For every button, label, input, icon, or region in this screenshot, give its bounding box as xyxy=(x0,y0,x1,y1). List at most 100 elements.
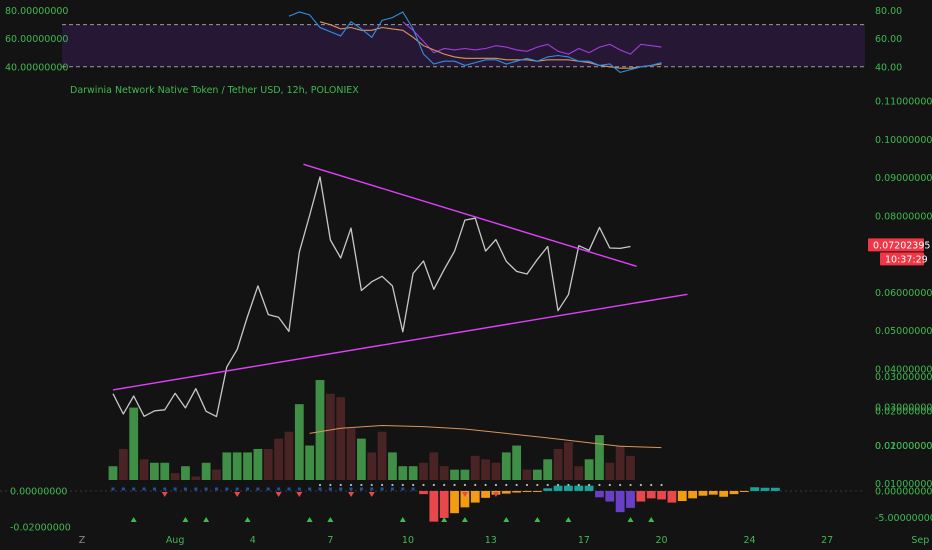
oscillator-bar xyxy=(470,490,480,503)
volume-bar xyxy=(160,462,170,480)
oscillator-cross-dot xyxy=(432,483,435,487)
oscillator-dot xyxy=(349,487,353,491)
oscillator-dot xyxy=(204,487,208,491)
volume-bar xyxy=(346,428,356,480)
oscillator-dot xyxy=(173,487,177,491)
oscillator-dot xyxy=(380,487,384,491)
oscillator-dot xyxy=(246,487,250,491)
volume-bar xyxy=(532,469,542,480)
oscillator-dot xyxy=(401,487,405,491)
oscillator-bar xyxy=(729,490,739,495)
volume-bar xyxy=(305,445,315,480)
oscillator-cross-dot xyxy=(422,483,425,487)
oscillator-bar xyxy=(450,490,459,514)
oscillator-bar xyxy=(677,490,687,501)
oscillator-cross-dot xyxy=(391,483,394,487)
volume-bar xyxy=(212,469,221,480)
chart-title: Darwinia Network Native Token / Tether U… xyxy=(70,85,359,96)
volume-bar xyxy=(357,438,366,480)
oscillator-bar xyxy=(626,490,635,508)
rsi-left-tick-label: 60.00000000 xyxy=(5,34,68,45)
volume-bar xyxy=(512,445,522,480)
oscillator-bar xyxy=(636,490,646,502)
volume-bar xyxy=(253,448,263,480)
volume-bar xyxy=(181,466,190,480)
oscillator-bar xyxy=(501,490,511,494)
volume-bar xyxy=(388,452,397,480)
oscillator-cross-dot xyxy=(639,483,642,487)
oscillator-left-tick-label: -0.02000000 xyxy=(10,523,71,534)
oscillator-cross-dot xyxy=(650,483,653,487)
oscillator-dot xyxy=(287,487,291,491)
oscillator-bar xyxy=(739,490,749,492)
oscillator-cross-dot xyxy=(401,483,404,487)
time-axis-label: 24 xyxy=(743,535,755,546)
oscillator-cross-dot xyxy=(412,483,415,487)
oscillator-cross-dot xyxy=(318,483,322,487)
oscillator-bar xyxy=(532,490,542,492)
oscillator-dot xyxy=(121,487,125,491)
oscillator-bar xyxy=(584,485,594,491)
oscillator-bar xyxy=(522,490,532,492)
oscillator-dot xyxy=(390,487,394,491)
oscillator-dot xyxy=(183,487,187,491)
rsi-left-tick-label: 80.00000000 xyxy=(5,6,68,17)
oscillator-dot xyxy=(411,487,415,491)
volume-bar xyxy=(139,459,149,480)
oscillator-bar xyxy=(574,485,584,491)
volume-bar xyxy=(118,448,128,480)
volume-bar xyxy=(626,455,635,480)
volume-bar xyxy=(232,452,242,480)
oscillator-cross-dot xyxy=(577,483,580,487)
oscillator-cross-dot xyxy=(370,483,373,487)
rsi-band xyxy=(62,24,865,67)
price-tick-label: 0.08000000 xyxy=(875,211,932,222)
oscillator-dot xyxy=(163,487,167,491)
oscillator-cross-dot xyxy=(474,483,477,487)
price-tick-label: 0.06000000 xyxy=(875,288,932,299)
volume-bar xyxy=(574,466,584,480)
rsi-tick-label: 80.00 xyxy=(875,6,902,17)
oscillator-cross-dot xyxy=(525,483,529,487)
time-axis-label: 4 xyxy=(250,535,256,546)
oscillator-bar xyxy=(688,490,697,499)
oscillator-dot xyxy=(215,487,218,491)
time-axis-label: 27 xyxy=(821,535,833,546)
oscillator-cross-dot xyxy=(349,483,353,487)
oscillator-bar xyxy=(771,487,780,491)
oscillator-bar xyxy=(564,485,573,491)
oscillator-bar xyxy=(543,488,553,491)
oscillator-dot xyxy=(308,487,312,491)
time-axis-label: Sep xyxy=(911,535,929,546)
oscillator-cross-dot xyxy=(339,483,342,487)
volume-bar xyxy=(470,455,480,480)
volume-bar xyxy=(367,452,377,480)
oscillator-left-tick-label: 0.00000000 xyxy=(10,486,67,497)
chart-canvas: 80.0000000060.0000000040.00000000 0.0000… xyxy=(0,0,932,550)
volume-bar xyxy=(605,462,615,480)
time-axis-label: 17 xyxy=(578,535,590,546)
volume-bar xyxy=(564,442,573,480)
oscillator-bar xyxy=(429,490,439,522)
oscillator-cross-dot xyxy=(598,483,601,487)
oscillator-cross-dot xyxy=(536,483,539,487)
price-tick-label: 0.10000000 xyxy=(875,135,932,146)
oscillator-tick-label: -5.00000000 xyxy=(875,513,932,524)
oscillator-dot xyxy=(256,487,260,491)
oscillator-dot xyxy=(111,487,115,491)
time-axis-label: 10 xyxy=(402,535,414,546)
volume-bar xyxy=(191,476,201,480)
volume-bar xyxy=(429,452,439,480)
oscillator-cross-dot xyxy=(505,483,508,487)
volume-bar xyxy=(243,452,252,480)
countdown-value: 10:37:29 xyxy=(885,254,928,265)
oscillator-bar xyxy=(595,490,604,498)
time-axis-label: 13 xyxy=(485,535,497,546)
oscillator-dot xyxy=(132,487,136,491)
oscillator-dot xyxy=(142,487,146,491)
oscillator-bar xyxy=(719,490,729,497)
price-tick-label: 0.05000000 xyxy=(875,326,932,337)
volume-bar xyxy=(543,459,553,480)
oscillator-bar xyxy=(615,490,625,513)
oscillator-dot xyxy=(152,487,156,491)
